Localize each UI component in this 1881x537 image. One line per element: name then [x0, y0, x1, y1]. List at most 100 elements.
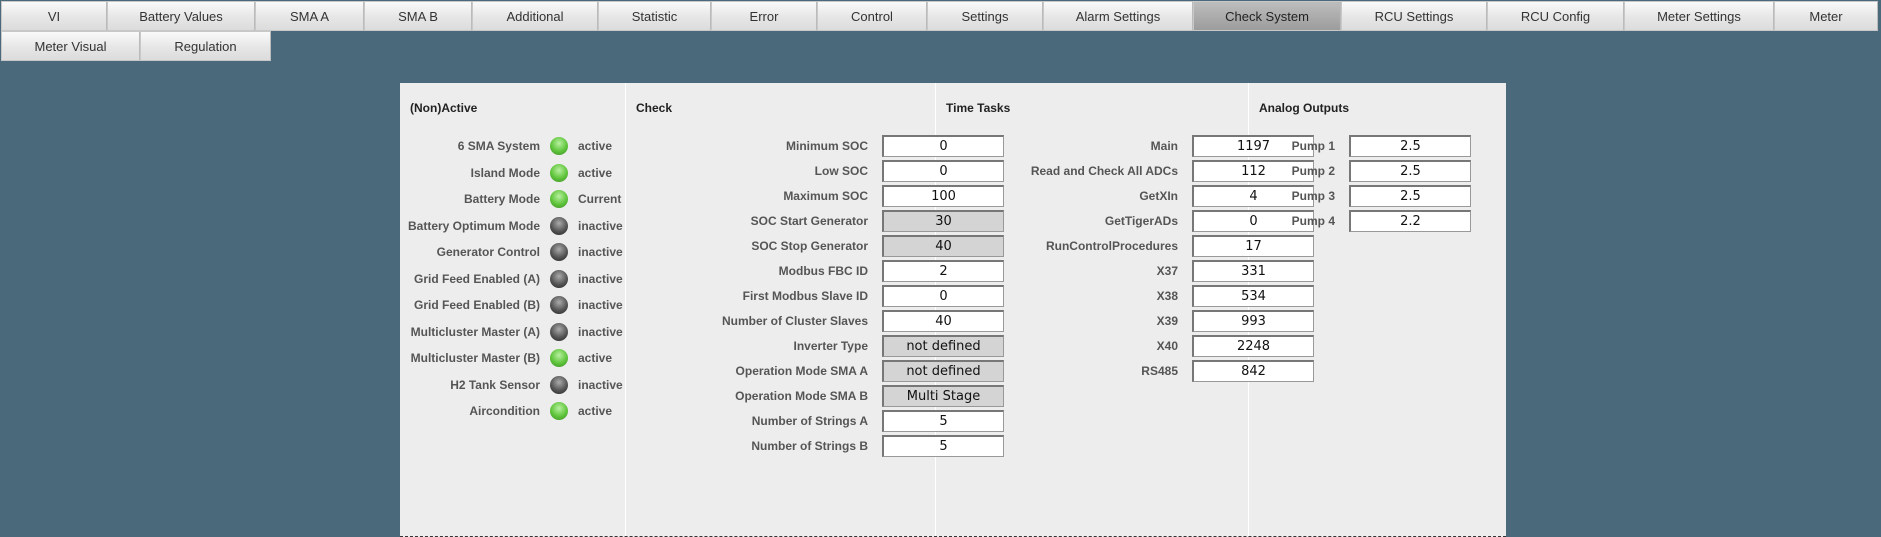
tab-vi[interactable]: VI [1, 1, 107, 31]
field-label: Pump 4 [1291, 214, 1335, 228]
status-row-battery-mode: Battery Mode Current [400, 187, 621, 211]
section-title: Analog Outputs [1259, 101, 1349, 115]
status-label: H2 Tank Sensor [450, 377, 540, 392]
status-text: inactive [578, 324, 623, 339]
status-row-multicluster-master-b: Multicluster Master (B) active [400, 346, 612, 370]
tab-sma-a[interactable]: SMA A [255, 1, 364, 31]
tab-control[interactable]: Control [817, 1, 927, 31]
status-led-icon [550, 190, 568, 208]
field-label: X39 [1156, 314, 1178, 328]
pump-3-input[interactable]: 2.5 [1349, 185, 1471, 207]
field-label: Low SOC [814, 164, 868, 178]
status-text: active [578, 165, 613, 180]
tab-rcu-settings[interactable]: RCU Settings [1341, 1, 1487, 31]
status-text: inactive [578, 245, 623, 259]
status-led-icon [550, 296, 568, 314]
field-label: GetXIn [1139, 189, 1178, 203]
status-text: Current [578, 192, 622, 206]
status-led-icon [550, 137, 568, 155]
status-row-grid-feed-enabled-b: Grid Feed Enabled (B) inactive [400, 293, 623, 317]
field-label: Maximum SOC [783, 189, 868, 203]
pump-2-input[interactable]: 2.5 [1349, 160, 1471, 182]
status-led-icon [550, 322, 568, 341]
status-row-multicluster-master-a: Multicluster Master (A) inactive [400, 320, 623, 344]
status-led-icon [550, 402, 568, 420]
tab-statistic[interactable]: Statistic [598, 1, 711, 31]
status-text: inactive [578, 218, 623, 233]
time-tasks-section: Time Tasks Main 1197 Read and Check All AD… [936, 83, 1314, 536]
status-label: Island Mode [470, 165, 540, 180]
analog-outputs-section: Analog Outputs Pump 1 2.5 Pump 2 2.5 Pump 3 2… [1249, 83, 1506, 536]
section-title: Time Tasks [946, 101, 1011, 115]
field-row-pump-1: Pump 1 2.5 [1249, 134, 1471, 158]
field-label: SOC Stop Generator [751, 239, 868, 253]
status-row-grid-feed-enabled-a: Grid Feed Enabled (A) inactive [400, 267, 623, 291]
status-row-6-sma-system: 6 SMA System active [400, 134, 612, 158]
check-section: Check Minimum SOC 0 Low SOC 0 Maximum SOC 100… [626, 83, 1004, 536]
status-row-aircondition: Aircondition active [400, 399, 612, 423]
status-row-battery-optimum-mode: Battery Optimum Mode inactive [400, 214, 623, 238]
tab-bar: VI Battery Values SMA A SMA B Additional Stat… [1, 1, 1881, 61]
status-led-icon [550, 243, 568, 261]
field-row-pump-3: Pump 3 2.5 [1249, 184, 1471, 208]
status-led-icon [550, 375, 568, 394]
tab-alarm-settings[interactable]: Alarm Settings [1043, 1, 1193, 31]
pump-4-input[interactable]: 2.2 [1349, 210, 1471, 232]
status-label: Grid Feed Enabled (A) [413, 271, 540, 286]
field-row-pump-4: Pump 4 2.2 [1249, 209, 1471, 233]
status-text: active [578, 351, 613, 365]
status-label: Multicluster Master (A) [410, 324, 540, 339]
field-label: Operation Mode SMA B [735, 389, 868, 403]
status-row-h2-tank-sensor: H2 Tank Sensor inactive [400, 373, 623, 397]
field-label: Inverter Type [793, 339, 868, 353]
field-label: RunControlProcedures [1045, 239, 1178, 253]
tab-additional[interactable]: Additional [472, 1, 598, 31]
tab-rcu-config[interactable]: RCU Config [1487, 1, 1624, 31]
field-label: GetTigerADs [1104, 214, 1178, 228]
field-label: Pump 1 [1291, 139, 1335, 153]
status-label: Battery Optimum Mode [407, 218, 540, 233]
status-label: Aircondition [469, 404, 540, 418]
tab-meter-settings[interactable]: Meter Settings [1624, 1, 1774, 31]
pump-1-input[interactable]: 2.5 [1349, 135, 1471, 157]
field-label: Number of Strings B [751, 439, 868, 453]
status-label: Grid Feed Enabled (B) [413, 298, 540, 312]
status-label: Battery Mode [463, 192, 540, 206]
status-label: Multicluster Master (B) [410, 351, 540, 365]
status-led-icon [550, 163, 568, 182]
field-label: RS485 [1141, 364, 1178, 378]
tab-settings[interactable]: Settings [927, 1, 1043, 31]
field-label: Minimum SOC [785, 139, 868, 153]
tab-sma-b[interactable]: SMA B [364, 1, 472, 31]
tab-regulation[interactable]: Regulation [140, 31, 271, 61]
tab-meter-visual[interactable]: Meter Visual [1, 31, 140, 61]
field-label: Number of Cluster Slaves [721, 314, 868, 328]
field-label: Read and Check All ADCs [1030, 164, 1178, 178]
field-label: X38 [1156, 289, 1178, 303]
status-row-generator-control: Generator Control inactive [400, 240, 623, 264]
tab-meter[interactable]: Meter [1774, 1, 1878, 31]
section-title: (Non)Active [410, 101, 478, 115]
field-label: Operation Mode SMA A [735, 364, 868, 378]
status-text: inactive [578, 298, 623, 312]
field-row-pump-2: Pump 2 2.5 [1249, 159, 1471, 183]
field-label: Pump 3 [1291, 189, 1335, 203]
field-label: Number of Strings A [751, 414, 868, 428]
status-led-icon [550, 216, 568, 235]
nonactive-section: (Non)Active 6 SMA System active Island Mod… [400, 83, 626, 536]
field-label: Modbus FBC ID [778, 264, 868, 278]
check-system-panel: (Non)Active 6 SMA System active Island Mod… [400, 83, 1506, 537]
status-text: active [578, 404, 613, 418]
status-led-icon [550, 349, 568, 367]
field-label: Main [1150, 139, 1178, 153]
section-title: Check [636, 101, 673, 115]
status-label: Generator Control [436, 245, 540, 259]
tab-error[interactable]: Error [711, 1, 817, 31]
status-row-island-mode: Island Mode active [400, 161, 612, 185]
field-label: First Modbus Slave ID [742, 289, 868, 303]
tab-check-system[interactable]: Check System [1193, 1, 1341, 31]
status-text: active [578, 139, 613, 153]
tab-battery-values[interactable]: Battery Values [107, 1, 255, 31]
status-text: inactive [578, 377, 623, 392]
field-label: X40 [1156, 339, 1178, 353]
